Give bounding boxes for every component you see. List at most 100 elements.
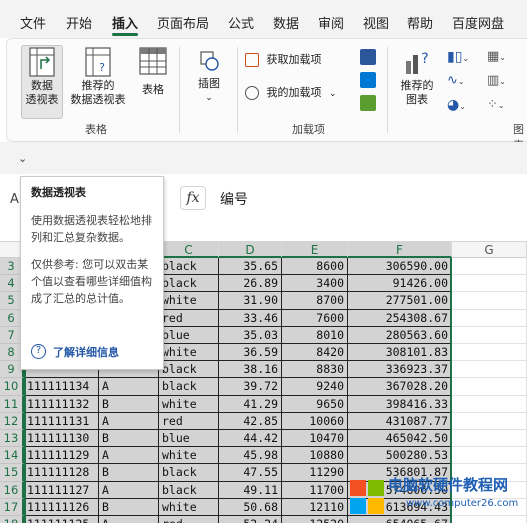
cell-quantity[interactable]: 10470: [282, 430, 348, 448]
cell-quantity[interactable]: 9240: [282, 378, 348, 396]
cell-color[interactable]: white: [159, 292, 219, 310]
cell-amount[interactable]: 431087.77: [348, 412, 452, 430]
tab-page-layout[interactable]: 页面布局: [157, 13, 209, 32]
tab-data[interactable]: 数据: [273, 13, 299, 32]
name-box[interactable]: A: [10, 192, 19, 207]
cell-color[interactable]: black: [159, 481, 219, 499]
cell-price[interactable]: 41.29: [219, 395, 282, 413]
cell-group[interactable]: A: [99, 516, 159, 523]
tab-review[interactable]: 审阅: [318, 13, 344, 32]
scatter-chart-icon[interactable]: ⁘⌄: [487, 97, 505, 112]
row-header[interactable]: 16: [0, 481, 24, 499]
cell-color[interactable]: blue: [159, 326, 219, 344]
cell-quantity[interactable]: 9650: [282, 395, 348, 413]
table-button[interactable]: 表格: [135, 47, 171, 97]
cell-amount[interactable]: 277501.00: [348, 292, 452, 310]
cell-amount[interactable]: 367028.20: [348, 378, 452, 396]
row-header[interactable]: 17: [0, 498, 24, 516]
cell-quantity[interactable]: 11290: [282, 464, 348, 482]
row-header[interactable]: 15: [0, 464, 24, 482]
cell-empty[interactable]: [452, 447, 527, 465]
cell-empty[interactable]: [452, 292, 527, 310]
tab-baidu-netdisk[interactable]: 百度网盘: [452, 13, 504, 32]
formula-input[interactable]: 编号: [220, 189, 248, 209]
cell-price[interactable]: 47.55: [219, 464, 282, 482]
cell-group[interactable]: A: [99, 447, 159, 465]
cell-price[interactable]: 26.89: [219, 275, 282, 293]
cell-price[interactable]: 50.68: [219, 498, 282, 516]
cell-quantity[interactable]: 8600: [282, 258, 348, 276]
cell-color[interactable]: white: [159, 344, 219, 362]
cell-group[interactable]: A: [99, 378, 159, 396]
pivot-table-button[interactable]: 数据 透视表: [21, 47, 63, 107]
cell-id[interactable]: 111111131: [24, 412, 99, 430]
line-chart-icon[interactable]: ∿⌄: [447, 73, 465, 88]
cell-color[interactable]: white: [159, 395, 219, 413]
cell-id[interactable]: 111111128: [24, 464, 99, 482]
row-header[interactable]: 12: [0, 412, 24, 430]
cell-quantity[interactable]: 10880: [282, 447, 348, 465]
cell-empty[interactable]: [452, 378, 527, 396]
row-header[interactable]: 11: [0, 395, 24, 413]
cell-price[interactable]: 31.90: [219, 292, 282, 310]
cell-amount[interactable]: 280563.60: [348, 326, 452, 344]
cell-empty[interactable]: [452, 275, 527, 293]
cell-group[interactable]: B: [99, 498, 159, 516]
cell-id[interactable]: 111111127: [24, 481, 99, 499]
cell-quantity[interactable]: 8700: [282, 292, 348, 310]
cell-amount[interactable]: 91426.00: [348, 275, 452, 293]
cell-empty[interactable]: [452, 326, 527, 344]
cell-quantity[interactable]: 12520: [282, 516, 348, 523]
people-graph-icon[interactable]: [360, 95, 376, 111]
tab-insert[interactable]: 插入: [112, 13, 138, 32]
cell-color[interactable]: red: [159, 516, 219, 523]
cell-color[interactable]: black: [159, 361, 219, 379]
column-header-f[interactable]: F: [348, 242, 452, 258]
illustrations-button[interactable]: 插图 ⌄: [189, 49, 229, 105]
cell-quantity[interactable]: 7600: [282, 309, 348, 327]
cell-quantity[interactable]: 3400: [282, 275, 348, 293]
column-header-c[interactable]: C: [159, 242, 219, 258]
row-header[interactable]: 10: [0, 378, 24, 396]
cell-amount[interactable]: 398416.33: [348, 395, 452, 413]
cell-amount[interactable]: 308101.83: [348, 344, 452, 362]
cell-color[interactable]: red: [159, 309, 219, 327]
cell-group[interactable]: A: [99, 481, 159, 499]
cell-empty[interactable]: [452, 361, 527, 379]
row-header[interactable]: 18: [0, 516, 24, 523]
cell-price[interactable]: 39.72: [219, 378, 282, 396]
tab-file[interactable]: 文件: [20, 13, 46, 32]
cell-color[interactable]: blue: [159, 430, 219, 448]
insert-function-button[interactable]: fx: [180, 186, 206, 210]
cell-id[interactable]: 111111126: [24, 498, 99, 516]
cell-price[interactable]: 38.16: [219, 361, 282, 379]
cell-amount[interactable]: 306590.00: [348, 258, 452, 276]
cell-amount[interactable]: 254308.67: [348, 309, 452, 327]
cell-amount[interactable]: 500280.53: [348, 447, 452, 465]
learn-more-link[interactable]: 了解详细信息: [53, 344, 119, 360]
cell-quantity[interactable]: 10060: [282, 412, 348, 430]
cell-color[interactable]: black: [159, 275, 219, 293]
bing-maps-icon[interactable]: [360, 72, 376, 88]
cell-price[interactable]: 33.46: [219, 309, 282, 327]
column-header-g[interactable]: G: [452, 242, 527, 258]
cell-id[interactable]: 111111134: [24, 378, 99, 396]
cell-empty[interactable]: [452, 344, 527, 362]
tab-view[interactable]: 视图: [363, 13, 389, 32]
tab-formulas[interactable]: 公式: [228, 13, 254, 32]
cell-id[interactable]: 111111125: [24, 516, 99, 523]
recommended-charts-button[interactable]: ? 推荐的 图表: [395, 47, 439, 107]
recommended-pivot-button[interactable]: ? 推荐的 数据透视表: [65, 47, 131, 107]
cell-price[interactable]: 52.24: [219, 516, 282, 523]
get-addins-button[interactable]: 获取加载项: [245, 53, 345, 67]
cell-color[interactable]: black: [159, 258, 219, 276]
cell-empty[interactable]: [452, 395, 527, 413]
my-addins-button[interactable]: 我的加载项 ⌄: [245, 86, 350, 101]
cell-group[interactable]: B: [99, 464, 159, 482]
cell-group[interactable]: B: [99, 430, 159, 448]
cell-quantity[interactable]: 8420: [282, 344, 348, 362]
pie-chart-icon[interactable]: ◕⌄: [447, 97, 466, 113]
cell-quantity[interactable]: 12110: [282, 498, 348, 516]
cell-color[interactable]: red: [159, 412, 219, 430]
cell-price[interactable]: 35.65: [219, 258, 282, 276]
